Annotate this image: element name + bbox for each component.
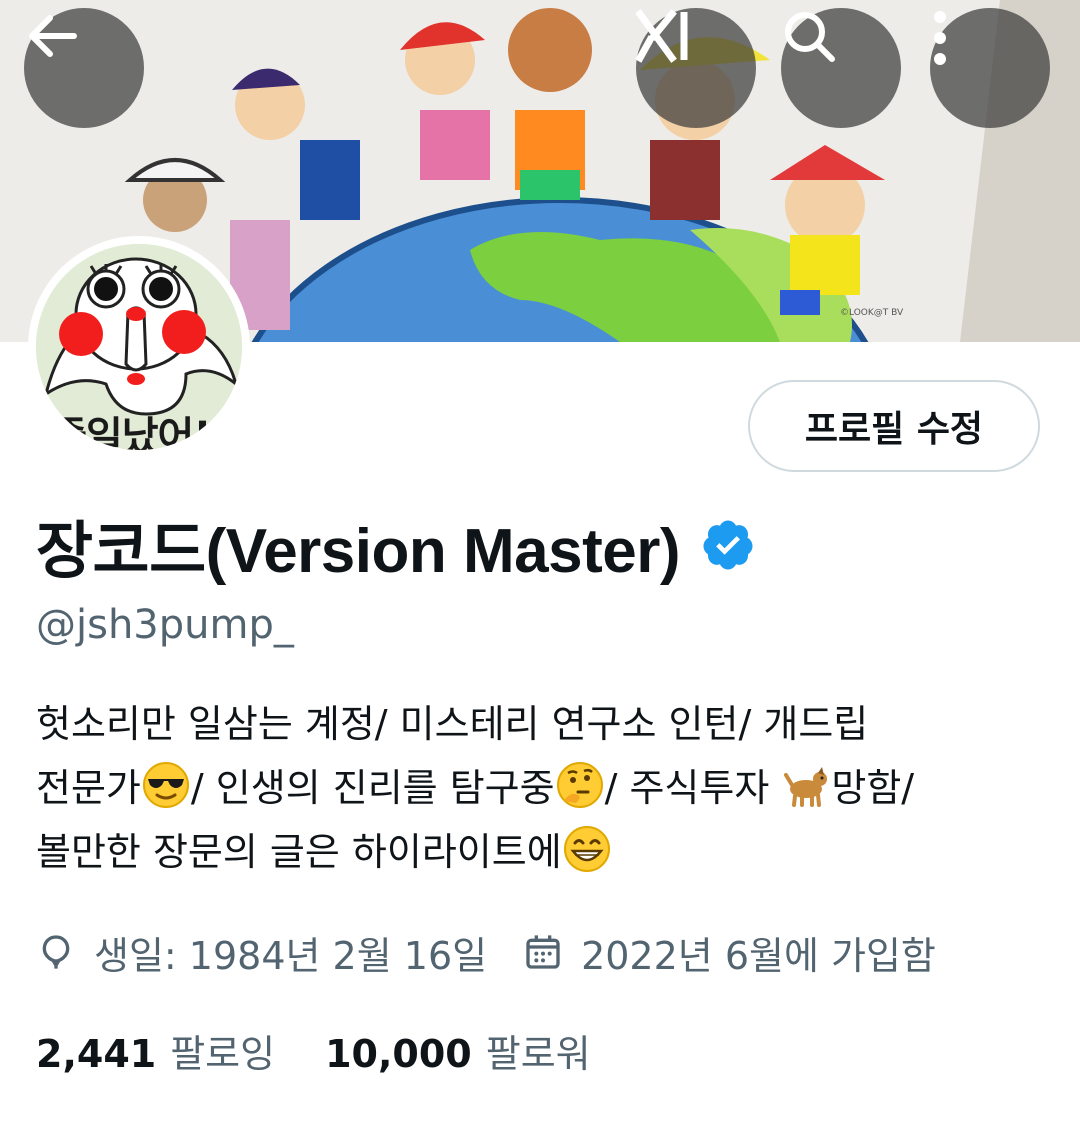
- bio-line-3: 볼만한 장문의 글은 하이라이트에: [36, 820, 1046, 884]
- profile-meta: 생일: 1984년 2월 16일 2022년 6월에 가입함: [36, 922, 936, 982]
- following-link[interactable]: 2,441 팔로잉: [36, 1023, 275, 1078]
- follow-stats: 2,441 팔로잉 10,000 팔로워: [36, 1018, 591, 1082]
- more-vertical-icon: [934, 11, 946, 65]
- joined-text: 2022년 6월에 가입함: [581, 933, 936, 978]
- more-options-button[interactable]: [930, 8, 1050, 128]
- search-icon: [785, 12, 835, 62]
- birthday-item: 생일: 1984년 2월 16일: [36, 925, 487, 980]
- calendar-icon: [526, 935, 560, 969]
- verified-badge-icon[interactable]: [700, 517, 756, 573]
- grok-button[interactable]: [636, 8, 756, 128]
- arrow-left-icon: [29, 15, 77, 57]
- avatar-caption: 좋일났어!!: [50, 414, 229, 450]
- display-name: 장코드(Version Master): [36, 517, 681, 586]
- bio-text: 전문가: [36, 766, 141, 810]
- bio-line-1: 헛소리만 일삼는 계정/ 미스테리 연구소 인턴/ 개드립: [36, 702, 869, 746]
- svg-text:©LOOK@T BV: ©LOOK@T BV: [840, 308, 904, 318]
- followers-label: 팔로워: [485, 1031, 591, 1076]
- bio-line-2: 전문가 / 인생의 진리를 탐구중 / 주식투자 망함/: [36, 756, 1046, 820]
- bio-text: 망함/: [831, 766, 915, 810]
- followers-count: 10,000: [325, 1031, 472, 1076]
- followers-link[interactable]: 10,000 팔로워: [325, 1023, 591, 1078]
- avatar-image: 좋일났어!!: [36, 244, 242, 450]
- balloon-icon: [42, 935, 70, 969]
- edit-profile-button[interactable]: 프로필 수정: [748, 380, 1040, 472]
- following-label: 팔로잉: [170, 1031, 276, 1076]
- joined-item: 2022년 6월에 가입함: [523, 925, 936, 980]
- bio-text: 볼만한 장문의 글은 하이라이트에: [36, 830, 562, 874]
- profile-handle: @jsh3pump_: [36, 602, 294, 648]
- name-row: 장코드(Version Master): [36, 505, 756, 586]
- sunglasses-emoji-icon: [142, 762, 189, 808]
- thinking-face-emoji-icon: [556, 762, 603, 808]
- profile-avatar[interactable]: 좋일났어!!: [28, 236, 250, 458]
- search-button[interactable]: [781, 8, 901, 128]
- dog-emoji-icon: [784, 767, 828, 807]
- back-button[interactable]: [24, 8, 144, 128]
- grinning-face-emoji-icon: [563, 826, 610, 872]
- profile-bio: 헛소리만 일삼는 계정/ 미스테리 연구소 인턴/ 개드립 전문가 / 인생의 …: [36, 692, 1046, 884]
- grok-icon: [636, 9, 688, 63]
- birthday-text: 생일: 1984년 2월 16일: [94, 933, 488, 978]
- following-count: 2,441: [36, 1031, 157, 1076]
- bio-text: / 인생의 진리를 탐구중: [190, 766, 555, 810]
- bio-text: / 주식투자: [604, 766, 782, 810]
